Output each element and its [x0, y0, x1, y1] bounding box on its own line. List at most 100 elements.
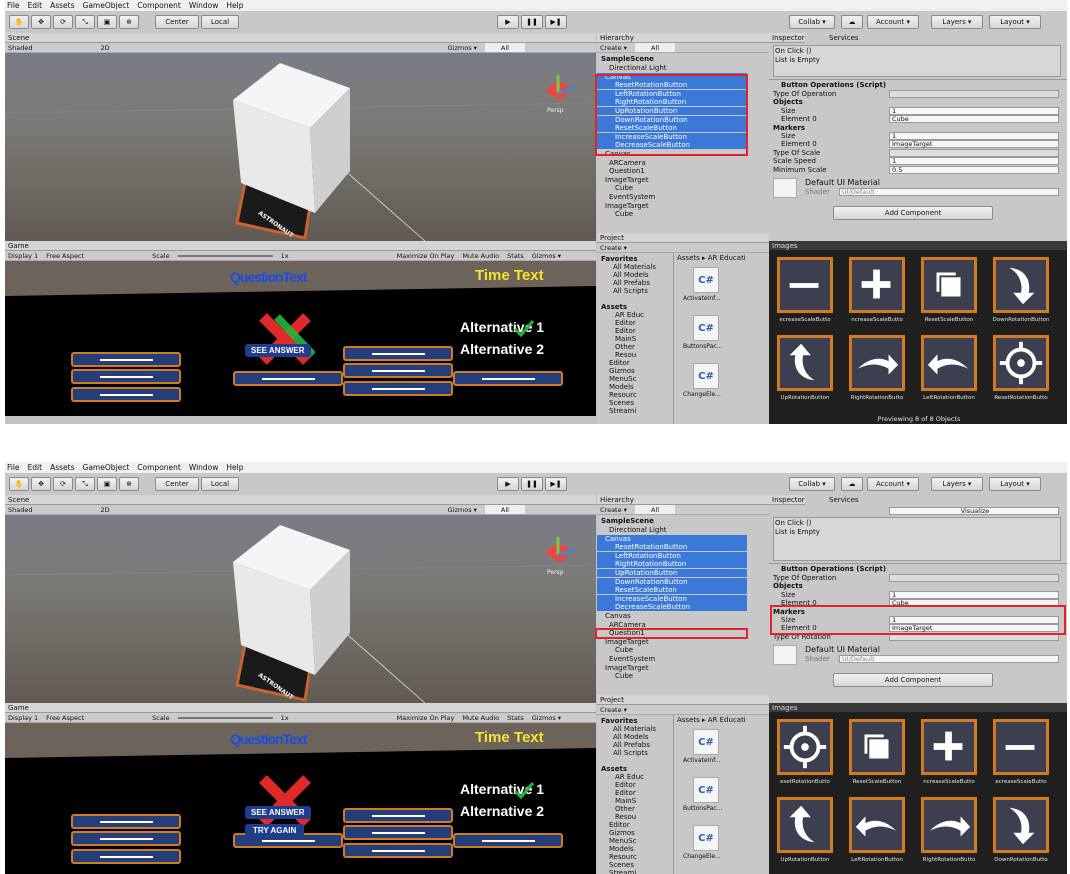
- asset-tree-item-6[interactable]: Editor: [609, 821, 659, 829]
- hierarchy-row-6[interactable]: DownRotationButton: [597, 115, 747, 124]
- favorite-item-0[interactable]: All Materials: [613, 263, 667, 271]
- hierarchy-row-1[interactable]: Canvas: [597, 72, 747, 81]
- hierarchy-row-9[interactable]: DecreaseScaleButton: [597, 603, 747, 612]
- inspector-tab[interactable]: Inspector: [769, 33, 805, 43]
- game-option-1[interactable]: Mute Audio: [462, 713, 499, 722]
- project-tab[interactable]: Project: [597, 695, 769, 705]
- hierarchy-row-10[interactable]: Canvas: [597, 150, 747, 158]
- asset-tree-item-4[interactable]: Other: [615, 343, 665, 351]
- hierarchy-create[interactable]: Create ▾: [600, 505, 627, 514]
- inspector-field-size-5[interactable]: 1: [889, 132, 1059, 140]
- inspector-field-element0-6[interactable]: ImageTarget: [889, 140, 1059, 149]
- hierarchy-tab[interactable]: Hierarchy: [597, 33, 769, 43]
- favorite-item-2[interactable]: All Prefabs: [613, 741, 667, 749]
- game-rotate-right-button[interactable]: [453, 833, 563, 848]
- tool-hand-icon[interactable]: ✋: [9, 477, 29, 491]
- game-option-3[interactable]: Gizmos ▾: [532, 251, 561, 260]
- tool-rotate-icon[interactable]: ⟳: [53, 15, 73, 29]
- aspect-dropdown[interactable]: Free Aspect: [46, 713, 84, 722]
- favorite-item-2[interactable]: All Prefabs: [613, 279, 667, 287]
- tool-move-icon[interactable]: ✥: [31, 15, 51, 29]
- step-button[interactable]: ▶❚: [545, 477, 567, 491]
- hierarchy-row-15[interactable]: EventSystem: [597, 655, 747, 663]
- hierarchy-row-16[interactable]: ImageTarget: [597, 664, 747, 672]
- favorites-label[interactable]: Favorites: [601, 255, 638, 263]
- game-scale-decrease-button[interactable]: [71, 849, 181, 864]
- scale-slider[interactable]: [177, 716, 273, 719]
- hierarchy-search[interactable]: All: [634, 505, 675, 514]
- csharp-script-icon[interactable]: C#: [693, 777, 719, 803]
- hierarchy-row-4[interactable]: RightRotationButton: [597, 560, 747, 569]
- hierarchy-search[interactable]: All: [634, 43, 675, 52]
- menu-item-edit[interactable]: Edit: [28, 463, 43, 472]
- asset-tree-item-12[interactable]: Streami: [609, 869, 659, 874]
- asset-tree-item-8[interactable]: MenuSc: [609, 837, 659, 845]
- hierarchy-row-4[interactable]: RightRotationButton: [597, 98, 747, 107]
- asset-tree-item-6[interactable]: Editor: [609, 359, 659, 367]
- game-rotate-up-button[interactable]: [343, 808, 453, 823]
- game-tab[interactable]: Game: [5, 241, 596, 251]
- hierarchy-tab[interactable]: Hierarchy: [597, 495, 769, 505]
- game-rotate-right-button[interactable]: [453, 371, 563, 386]
- favorite-item-3[interactable]: All Scripts: [613, 287, 667, 295]
- game-rotate-down-button[interactable]: [343, 843, 453, 858]
- asset-tree-item-10[interactable]: Resourc: [609, 853, 659, 861]
- asset-tree-item-7[interactable]: Gizmos: [609, 829, 659, 837]
- favorite-item-0[interactable]: All Materials: [613, 725, 667, 733]
- game-viewport[interactable]: QuestionText Time Text Alternative 1 Altern…: [5, 723, 596, 874]
- hierarchy-row-2[interactable]: ResetRotationButton: [597, 81, 747, 90]
- favorite-item-1[interactable]: All Models: [613, 271, 667, 279]
- scene-viewport[interactable]: ASTRONAUT Persp: [5, 515, 596, 703]
- hierarchy-row-8[interactable]: IncreaseScaleButton: [597, 594, 747, 603]
- favorites-label[interactable]: Favorites: [601, 717, 638, 725]
- account-button[interactable]: Account ▾: [867, 15, 919, 29]
- up-icon[interactable]: [777, 335, 833, 391]
- target-icon[interactable]: [993, 335, 1049, 391]
- project-file-1[interactable]: ButtonsPac...: [683, 343, 722, 351]
- inspector-field-element0-3[interactable]: Cube: [889, 115, 1059, 124]
- add-component-button[interactable]: Add Component: [833, 206, 993, 220]
- scene-search[interactable]: All: [484, 505, 525, 514]
- button-operations-script-header[interactable]: Button Operations (Script): [781, 565, 886, 574]
- inspector-field-minimum_scale-9[interactable]: 0.5: [889, 165, 1059, 174]
- inspector-dropdown-0[interactable]: [889, 574, 1059, 582]
- tool-scale-icon[interactable]: ⤡: [75, 15, 95, 29]
- hierarchy-row-0[interactable]: Directional Light: [597, 526, 747, 534]
- project-create[interactable]: Create ▾: [600, 243, 627, 252]
- hierarchy-row-10[interactable]: Canvas: [597, 612, 747, 620]
- inspector-tab[interactable]: Inspector: [769, 495, 805, 505]
- inspector-field-element0-3[interactable]: Cube: [889, 599, 1059, 608]
- project-breadcrumb[interactable]: Assets ▸ AR Educati: [677, 254, 746, 262]
- scene-root[interactable]: SampleScene: [601, 55, 654, 63]
- project-file-2[interactable]: ChangeEle...: [683, 853, 721, 861]
- game-scale-decrease-button[interactable]: [71, 387, 181, 402]
- asset-tree-item-9[interactable]: Models: [609, 383, 659, 391]
- pivot-center-button[interactable]: Center: [155, 15, 199, 29]
- aspect-dropdown[interactable]: Free Aspect: [46, 251, 84, 260]
- game-scale-increase-button[interactable]: [71, 369, 181, 384]
- asset-tree-item-12[interactable]: Streami: [609, 407, 659, 415]
- pivot-local-button[interactable]: Local: [201, 15, 239, 29]
- favorite-item-1[interactable]: All Models: [613, 733, 667, 741]
- services-tab[interactable]: Services: [829, 33, 859, 43]
- hierarchy-row-7[interactable]: ResetScaleButton: [597, 586, 747, 595]
- hierarchy-row-7[interactable]: ResetScaleButton: [597, 124, 747, 133]
- plus-icon[interactable]: [921, 719, 977, 775]
- pivot-center-button[interactable]: Center: [155, 477, 199, 491]
- tool-move-icon[interactable]: ✥: [31, 477, 51, 491]
- asset-tree-item-0[interactable]: AR Educ: [615, 311, 665, 319]
- asset-tree-item-3[interactable]: MainS: [615, 797, 665, 805]
- left-icon[interactable]: [921, 335, 977, 391]
- down-icon[interactable]: [993, 257, 1049, 313]
- gizmos-dropdown[interactable]: Gizmos ▾: [448, 43, 477, 52]
- inspector-field-size-5[interactable]: 1: [889, 616, 1059, 624]
- hierarchy-row-12[interactable]: Question1: [597, 629, 747, 637]
- hierarchy-row-16[interactable]: ImageTarget: [597, 202, 747, 210]
- services-tab[interactable]: Services: [829, 495, 859, 505]
- hierarchy-row-17[interactable]: Cube: [597, 672, 747, 680]
- hierarchy-row-13[interactable]: ImageTarget: [597, 176, 747, 184]
- game-option-0[interactable]: Maximize On Play: [397, 713, 455, 722]
- menu-item-component[interactable]: Component: [137, 1, 181, 10]
- shader-dropdown[interactable]: UI/Default: [839, 188, 1059, 196]
- asset-tree-item-4[interactable]: Other: [615, 805, 665, 813]
